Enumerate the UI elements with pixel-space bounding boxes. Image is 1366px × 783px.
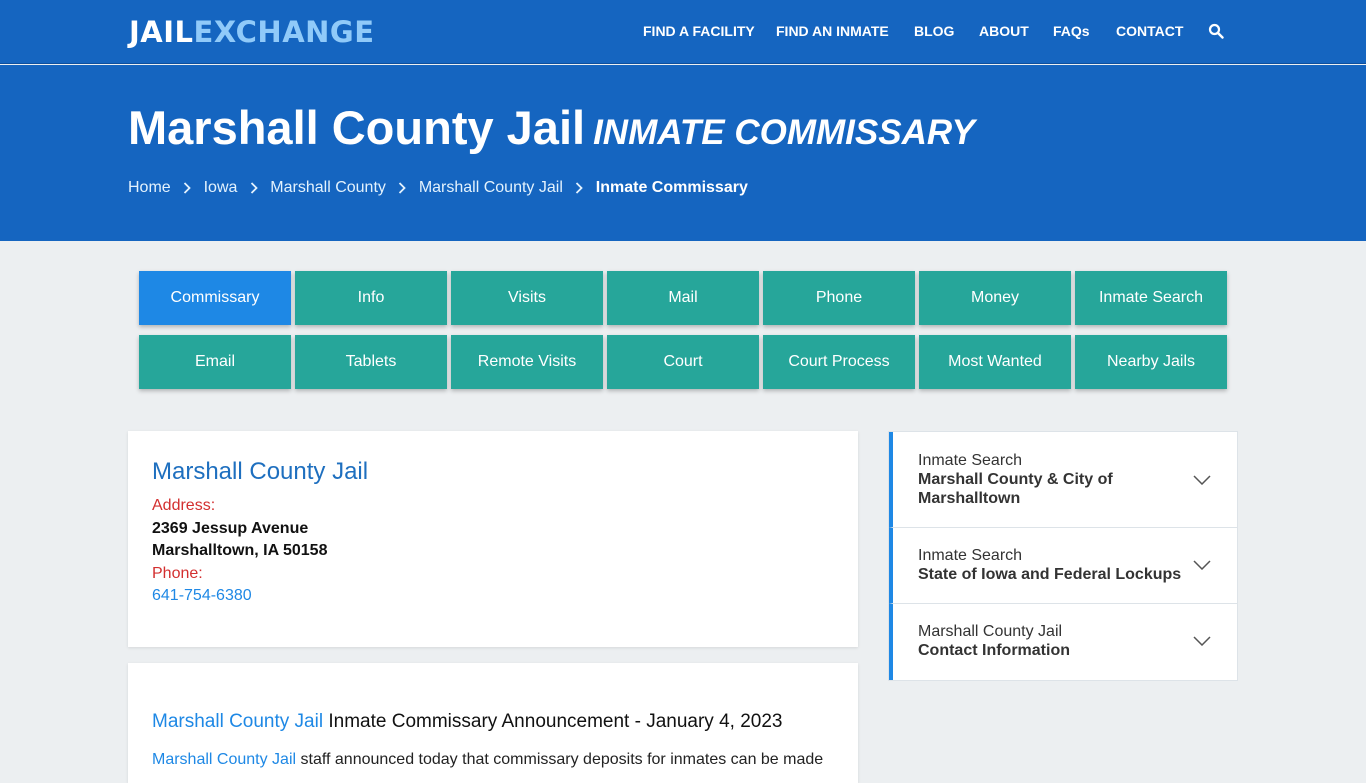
accordion-line: Marshall County & City of bbox=[918, 471, 1113, 488]
accordion-line: Marshalltown bbox=[918, 490, 1021, 507]
breadcrumb-current: Inmate Commissary bbox=[595, 179, 748, 196]
announcement-body-text: staff announced today that commissary de… bbox=[300, 751, 824, 768]
accordion-line: Inmate Search bbox=[918, 547, 1023, 564]
tab-remote-visits[interactable]: Remote Visits bbox=[451, 335, 603, 389]
page-title-sub: INMATE COMMISSARY bbox=[593, 113, 975, 152]
breadcrumb-marshall-county-jail[interactable]: Marshall County Jail bbox=[419, 179, 563, 196]
breadcrumb-home[interactable]: Home bbox=[128, 179, 171, 196]
tab-nearby-jails[interactable]: Nearby Jails bbox=[1075, 335, 1227, 389]
announcement-title: Inmate Commissary Announcement - January… bbox=[328, 711, 783, 732]
breadcrumb-iowa[interactable]: Iowa bbox=[204, 179, 238, 196]
sidebar-accordion: Inmate Search Marshall County & City of … bbox=[888, 431, 1238, 681]
tab-court-process[interactable]: Court Process bbox=[763, 335, 915, 389]
facility-card: Marshall County Jail Address: 2369 Jessu… bbox=[128, 431, 858, 647]
chevron-down-icon[interactable] bbox=[1193, 475, 1211, 485]
chevron-right-icon bbox=[567, 179, 591, 197]
announcement-body-link[interactable]: Marshall County Jail bbox=[152, 751, 296, 768]
breadcrumb-marshall-county[interactable]: Marshall County bbox=[270, 179, 386, 196]
nav-contact[interactable]: CONTACT bbox=[1116, 23, 1183, 39]
accordion-line: Marshall County Jail bbox=[918, 623, 1063, 640]
tab-commissary[interactable]: Commissary bbox=[139, 271, 291, 325]
nav-about[interactable]: ABOUT bbox=[979, 23, 1029, 39]
tab-most-wanted[interactable]: Most Wanted bbox=[919, 335, 1071, 389]
page-title-main: Marshall County Jail bbox=[128, 101, 586, 154]
tab-court[interactable]: Court bbox=[607, 335, 759, 389]
tab-tablets[interactable]: Tablets bbox=[295, 335, 447, 389]
chevron-right-icon bbox=[390, 179, 414, 197]
phone-label: Phone: bbox=[152, 565, 203, 582]
chevron-right-icon bbox=[175, 179, 199, 197]
tab-email[interactable]: Email bbox=[139, 335, 291, 389]
accordion-line: Contact Information bbox=[918, 642, 1070, 659]
tab-visits[interactable]: Visits bbox=[451, 271, 603, 325]
search-icon[interactable] bbox=[1208, 23, 1224, 39]
tab-money[interactable]: Money bbox=[919, 271, 1071, 325]
tab-inmate-search[interactable]: Inmate Search bbox=[1075, 271, 1227, 325]
facility-name: Marshall County Jail bbox=[152, 458, 369, 485]
accordion-inmate-search-county[interactable]: Inmate Search Marshall County & City of … bbox=[889, 432, 1237, 528]
nav-find-an-inmate[interactable]: FIND AN INMATE bbox=[776, 23, 889, 39]
page-title: Marshall County Jail INMATE COMMISSARY bbox=[128, 100, 975, 155]
chevron-down-icon[interactable] bbox=[1193, 636, 1211, 646]
chevron-down-icon[interactable] bbox=[1193, 560, 1211, 570]
announcement-heading: Marshall County Jail Inmate Commissary A… bbox=[152, 711, 782, 733]
announcement-facility-link[interactable]: Marshall County Jail bbox=[152, 711, 323, 732]
accordion-line: Inmate Search bbox=[918, 452, 1023, 469]
address-line-1: 2369 Jessup Avenue bbox=[152, 520, 309, 537]
breadcrumb: Home Iowa Marshall County Marshall Count… bbox=[128, 179, 748, 197]
address-line-2: Marshalltown, IA 50158 bbox=[152, 542, 328, 559]
address-label: Address: bbox=[152, 497, 216, 514]
accordion-label: Inmate Search State of Iowa and Federal … bbox=[918, 546, 1181, 584]
phone-link[interactable]: 641-754-6380 bbox=[152, 587, 252, 605]
accordion-inmate-search-state[interactable]: Inmate Search State of Iowa and Federal … bbox=[889, 528, 1237, 604]
nav-find-a-facility[interactable]: FIND A FACILITY bbox=[643, 23, 755, 39]
page-hero: Marshall County Jail INMATE COMMISSARY Ho… bbox=[0, 65, 1366, 241]
nav-faqs[interactable]: FAQs bbox=[1053, 23, 1090, 39]
accordion-contact-information[interactable]: Marshall County Jail Contact Information bbox=[889, 604, 1237, 680]
nav-blog[interactable]: BLOG bbox=[914, 23, 954, 39]
tab-mail[interactable]: Mail bbox=[607, 271, 759, 325]
chevron-right-icon bbox=[242, 179, 266, 197]
accordion-line: State of Iowa and Federal Lockups bbox=[918, 566, 1182, 583]
accordion-label: Marshall County Jail Contact Information bbox=[918, 622, 1070, 660]
main-nav: FIND A FACILITY FIND AN INMATE BLOG ABOU… bbox=[0, 0, 1366, 64]
announcement-body: Marshall County Jail staff announced tod… bbox=[152, 751, 823, 769]
tab-phone[interactable]: Phone bbox=[763, 271, 915, 325]
accordion-label: Inmate Search Marshall County & City of … bbox=[918, 451, 1113, 508]
tab-info[interactable]: Info bbox=[295, 271, 447, 325]
announcement-card: Marshall County Jail Inmate Commissary A… bbox=[128, 663, 858, 783]
top-navbar: JAILEXCHANGE FIND A FACILITY FIND AN INM… bbox=[0, 0, 1366, 64]
